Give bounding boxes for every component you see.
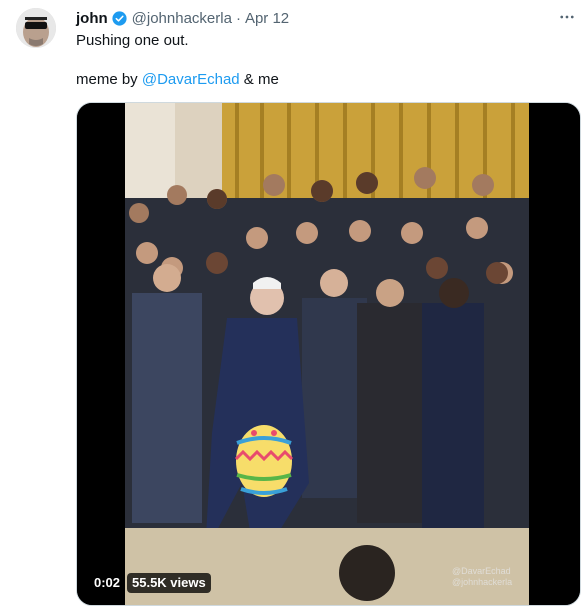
tweet-text-line2: meme by @DavarEchad & me xyxy=(76,70,279,90)
video-time-badge: 0:02 xyxy=(89,573,126,593)
verified-badge-icon xyxy=(111,10,128,27)
credit-suffix: & me xyxy=(239,71,279,88)
watermark-line2: @johnhackerla xyxy=(452,577,513,587)
author-name[interactable]: john xyxy=(76,10,108,27)
video-player[interactable]: @DavarEchad @johnhackerla 0:02 55.5K vie… xyxy=(76,102,581,606)
separator-dot: · xyxy=(235,9,241,27)
tweet-header: john @johnhackerla · Apr 12 xyxy=(76,8,289,28)
mention-link[interactable]: @DavarEchad xyxy=(142,71,240,88)
more-icon[interactable] xyxy=(556,6,578,28)
video-frame xyxy=(77,103,580,605)
tweet-text-line1: Pushing one out. xyxy=(76,32,189,49)
credit-prefix: meme by xyxy=(76,71,142,88)
video-watermark: @DavarEchad @johnhackerla xyxy=(452,566,512,588)
video-views-badge: 55.5K views xyxy=(127,573,211,593)
avatar[interactable] xyxy=(16,8,56,48)
author-handle[interactable]: @johnhackerla xyxy=(132,10,232,27)
tweet-date[interactable]: Apr 12 xyxy=(245,10,289,27)
watermark-line1: @DavarEchad xyxy=(452,566,511,576)
